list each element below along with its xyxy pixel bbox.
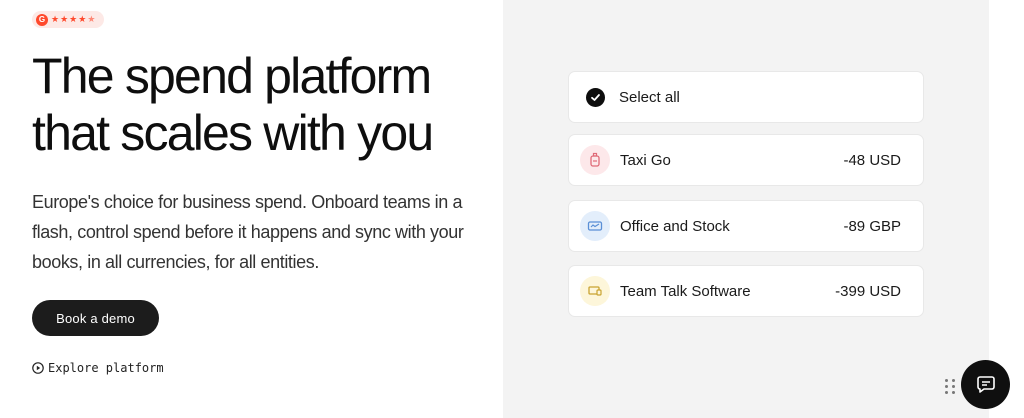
half-star-icon: ★: [87, 14, 96, 24]
expense-row[interactable]: Office and Stock -89 GBP: [568, 200, 924, 252]
explore-platform-label: Explore platform: [48, 361, 164, 375]
software-icon: [580, 276, 610, 306]
chat-launcher-button[interactable]: [961, 360, 1010, 409]
g2-logo-icon: G: [36, 13, 48, 26]
star-icon: ★: [69, 14, 78, 24]
checkmark-icon[interactable]: [586, 87, 605, 107]
select-all-row[interactable]: Select all: [568, 71, 924, 123]
book-demo-button[interactable]: Book a demo: [32, 300, 159, 336]
play-circle-icon: [32, 362, 44, 374]
title-line-2: that scales with you: [32, 105, 434, 161]
title-line-1: The spend platform: [32, 48, 432, 104]
rating-badge[interactable]: G ★ ★ ★ ★ ★: [32, 11, 104, 28]
expense-label: Office and Stock: [620, 217, 730, 235]
taxi-icon: [580, 145, 610, 175]
expense-row[interactable]: Taxi Go -48 USD: [568, 134, 924, 186]
expense-row[interactable]: Team Talk Software -399 USD: [568, 265, 924, 317]
expense-amount: -48 USD: [843, 151, 901, 169]
hero-subtitle: Europe's choice for business spend. Onbo…: [32, 192, 464, 272]
hero-section: G ★ ★ ★ ★ ★ The spend platform that scal…: [0, 0, 503, 418]
page-title: The spend platform that scales with you: [32, 48, 502, 162]
drag-handle-icon[interactable]: [945, 379, 955, 395]
explore-platform-link[interactable]: Explore platform: [32, 361, 164, 375]
expense-amount: -399 USD: [835, 282, 901, 300]
expense-label: Team Talk Software: [620, 282, 751, 300]
expense-label: Taxi Go: [620, 151, 671, 169]
star-icon: ★: [78, 14, 87, 24]
office-supplies-icon: [580, 211, 610, 241]
expense-amount: -89 GBP: [843, 217, 901, 235]
select-all-label: Select all: [619, 88, 680, 106]
chat-bubble-icon: [976, 375, 995, 393]
star-icon: ★: [60, 14, 69, 24]
star-icon: ★: [51, 14, 60, 24]
